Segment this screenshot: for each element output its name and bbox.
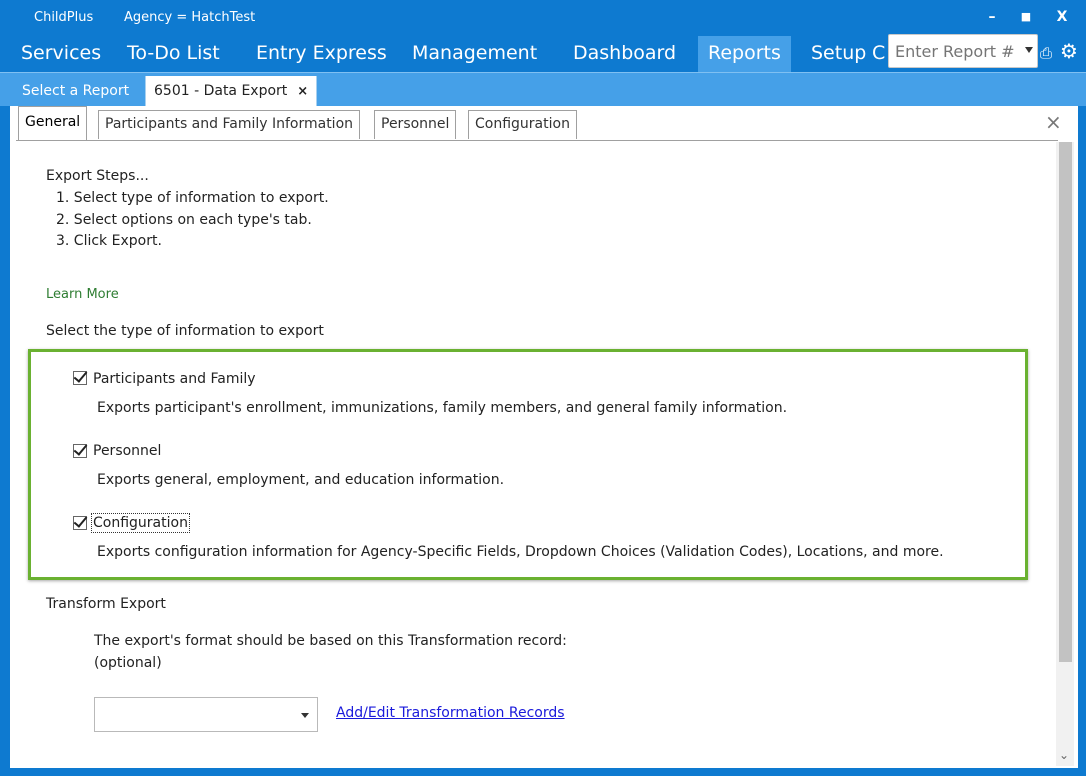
chevron-down-icon[interactable] — [1025, 47, 1033, 53]
menu-dashboard[interactable]: Dashboard — [563, 36, 686, 72]
report-number-input[interactable] — [888, 34, 1038, 68]
export-step-2: 2. Select options on each type's tab. — [56, 212, 312, 228]
tab-select-a-report[interactable]: Select a Report — [14, 76, 137, 107]
vertical-scrollbar[interactable]: ⌄ — [1056, 142, 1074, 766]
document-tabs-bar: Select a Report 6501 - Data Export × — [0, 72, 1086, 107]
scroll-down-icon[interactable]: ⌄ — [1059, 748, 1069, 762]
menu-entry-express[interactable]: Entry Express — [246, 36, 397, 72]
tab-data-export-label: 6501 - Data Export — [154, 83, 288, 99]
chevron-down-icon[interactable] — [301, 713, 309, 718]
configuration-checkbox-label[interactable]: Configuration — [91, 513, 190, 533]
select-type-label: Select the type of information to export — [46, 323, 324, 339]
menu-reports[interactable]: Reports — [698, 36, 791, 72]
close-tab-icon[interactable]: × — [297, 84, 308, 99]
participants-checkbox-label[interactable]: Participants and Family — [93, 371, 256, 387]
configuration-description: Exports configuration information for Ag… — [97, 544, 944, 560]
personnel-checkbox-label[interactable]: Personnel — [93, 443, 161, 459]
menu-setup[interactable]: Setup — [801, 36, 876, 72]
transformation-record-select[interactable] — [94, 697, 318, 732]
tab-participants-and-family[interactable]: Participants and Family Information — [98, 110, 361, 139]
report-panel: General Participants and Family Informat… — [10, 106, 1078, 768]
menu-todo-list[interactable]: To-Do List — [117, 36, 230, 72]
export-step-3: 3. Click Export. — [56, 233, 162, 249]
gear-icon[interactable]: ⚙ — [1060, 39, 1078, 63]
report-number-field[interactable] — [889, 35, 1017, 67]
tab-personnel[interactable]: Personnel — [374, 110, 457, 139]
menu-overflow-item[interactable]: C — [872, 36, 885, 72]
configuration-checkbox[interactable] — [73, 516, 87, 530]
export-steps-heading: Export Steps... — [46, 168, 149, 184]
menu-services[interactable]: Services — [11, 36, 111, 72]
add-edit-transformation-link[interactable]: Add/Edit Transformation Records — [336, 705, 565, 721]
participants-description: Exports participant's enrollment, immuni… — [97, 400, 788, 416]
learn-more-link[interactable]: Learn More — [46, 287, 119, 302]
agency-label: Agency = HatchTest — [124, 10, 256, 25]
close-window-button[interactable]: X — [1048, 4, 1076, 30]
tab-data-export[interactable]: 6501 - Data Export × — [145, 76, 318, 107]
maximize-button[interactable]: ■ — [1012, 4, 1040, 30]
tab-configuration[interactable]: Configuration — [468, 110, 577, 139]
transform-description: The export's format should be based on t… — [94, 633, 567, 649]
export-step-1: 1. Select type of information to export. — [56, 190, 329, 206]
title-bar: ChildPlus Agency = HatchTest – ■ X — [0, 0, 1086, 36]
participants-checkbox[interactable] — [73, 371, 87, 385]
menu-management[interactable]: Management — [402, 36, 547, 72]
personnel-checkbox[interactable] — [73, 444, 87, 458]
tab-general[interactable]: General — [18, 106, 88, 140]
scrollbar-thumb[interactable] — [1059, 142, 1072, 662]
print-icon[interactable]: ⎙ — [1040, 44, 1052, 62]
minimize-button[interactable]: – — [978, 4, 1006, 30]
transform-export-heading: Transform Export — [46, 596, 166, 612]
subtab-divider — [16, 140, 1058, 141]
app-name: ChildPlus — [34, 10, 94, 25]
close-panel-icon[interactable]: × — [1045, 110, 1062, 134]
transform-optional-note: (optional) — [94, 655, 162, 671]
personnel-description: Exports general, employment, and educati… — [97, 472, 505, 488]
